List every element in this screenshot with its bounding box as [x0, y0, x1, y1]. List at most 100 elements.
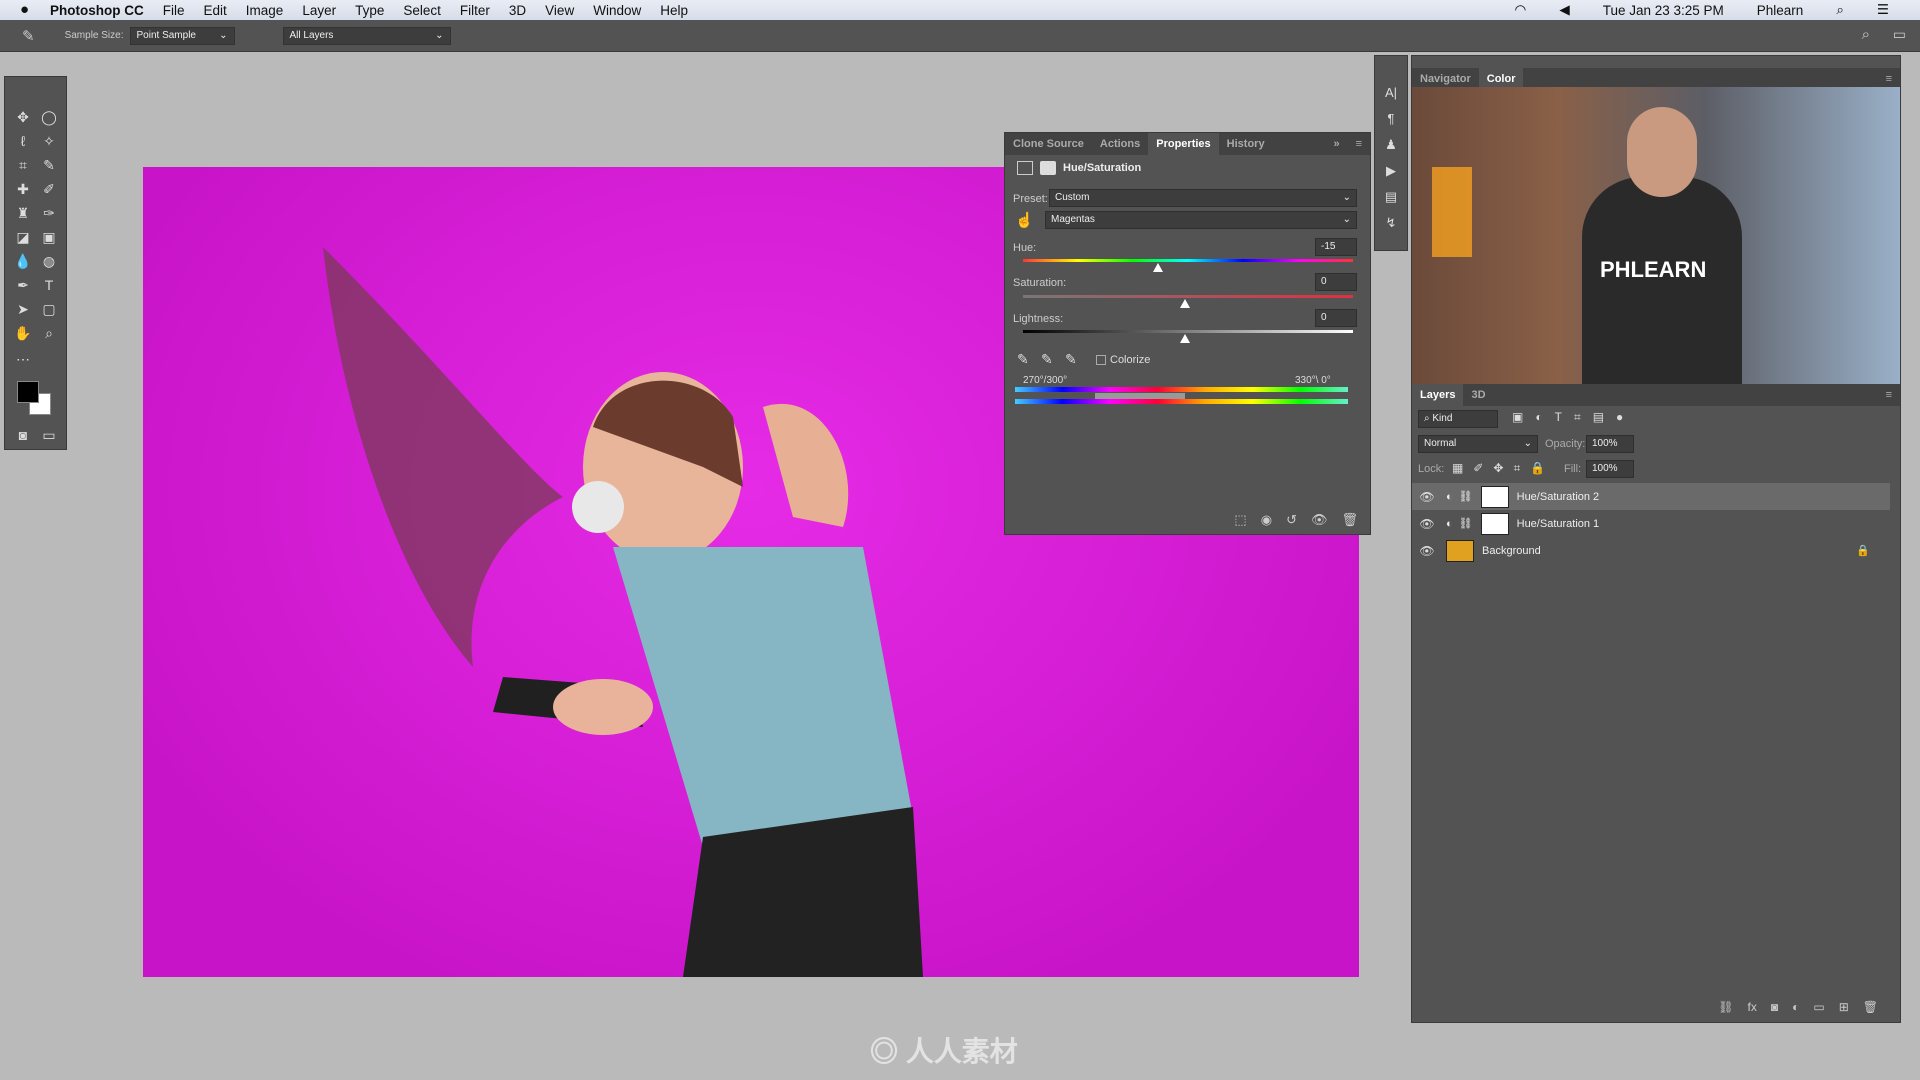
colorize-checkbox[interactable]	[1096, 355, 1106, 365]
dodge-tool-icon[interactable]: ◍	[38, 251, 60, 271]
adjustment-icon[interactable]	[1017, 161, 1033, 175]
opacity-input[interactable]: 100%	[1586, 435, 1634, 453]
menu-filter[interactable]: Filter	[460, 3, 490, 18]
clip-to-layer-icon[interactable]: ⬚	[1234, 512, 1246, 528]
adjustment-filter-icon[interactable]: ◐	[1535, 410, 1542, 425]
paragraph-icon[interactable]: ¶	[1375, 106, 1407, 132]
lasso-tool-icon[interactable]: ℓ	[12, 131, 34, 151]
panel-menu-icon[interactable]: ≡	[1348, 138, 1370, 150]
healing-tool-icon[interactable]: ✚	[12, 179, 34, 199]
path-select-icon[interactable]: ➤	[12, 299, 34, 319]
mask-icon[interactable]	[1040, 161, 1056, 175]
tab-properties[interactable]: Properties	[1148, 133, 1219, 155]
view-previous-icon[interactable]: ◉	[1261, 512, 1272, 528]
targeted-adjustment-hand-icon[interactable]: ☝	[1015, 211, 1034, 229]
lock-artboard-icon[interactable]: ⌗	[1513, 461, 1520, 476]
lock-position-icon[interactable]: ✥	[1493, 461, 1503, 476]
magic-wand-icon[interactable]: ✧	[38, 131, 60, 151]
marquee-tool-icon[interactable]: ◯	[38, 107, 60, 127]
eyedropper-add-icon[interactable]: ✎	[1041, 351, 1053, 368]
history-brush-icon[interactable]: ✑	[38, 203, 60, 223]
hue-slider-thumb[interactable]	[1153, 263, 1163, 272]
quick-mask-icon[interactable]: ◙	[12, 425, 34, 445]
volume-icon[interactable]: ◀	[1559, 2, 1569, 18]
menu-view[interactable]: View	[545, 3, 574, 18]
zoom-tool-icon[interactable]: ⌕	[38, 323, 60, 343]
hue-input[interactable]: -15	[1315, 238, 1357, 256]
blend-mode-select[interactable]: Normal ⌄	[1418, 435, 1538, 453]
menu-select[interactable]: Select	[403, 3, 441, 18]
layer-thumbnail[interactable]	[1446, 539, 1474, 562]
tab-actions[interactable]: Actions	[1092, 138, 1148, 150]
shape-filter-icon[interactable]: ⌗	[1574, 410, 1581, 425]
visibility-eye-icon[interactable]: 👁	[1416, 517, 1438, 531]
blur-tool-icon[interactable]: 💧	[12, 251, 34, 271]
layer-name[interactable]: Hue/Saturation 2	[1517, 491, 1600, 503]
visibility-eye-icon[interactable]: 👁	[1416, 490, 1438, 504]
menu-layer[interactable]: Layer	[302, 3, 336, 18]
tab-layers[interactable]: Layers	[1412, 384, 1464, 406]
eyedropper-tool-icon[interactable]: ✎	[38, 155, 60, 175]
spotlight-icon[interactable]: ⌕	[1836, 2, 1844, 18]
layer-row[interactable]: 👁 ◐ ⛓ Hue/Saturation 2	[1412, 483, 1890, 510]
tab-navigator[interactable]: Navigator	[1412, 73, 1479, 85]
add-mask-icon[interactable]: ◙	[1771, 1000, 1778, 1014]
pen-tool-icon[interactable]: ✒	[12, 275, 34, 295]
menu-image[interactable]: Image	[246, 3, 284, 18]
workspace-icon[interactable]: ▭	[1893, 26, 1906, 43]
type-filter-icon[interactable]: T	[1555, 410, 1562, 425]
link-icon[interactable]: ⛓	[1459, 517, 1473, 530]
eyedropper-icon[interactable]: ✎	[1017, 351, 1029, 368]
hue-slider[interactable]	[1023, 259, 1353, 262]
menu-window[interactable]: Window	[593, 3, 641, 18]
lock-all-icon[interactable]: 🔒	[1530, 461, 1545, 476]
crop-tool-icon[interactable]: ⌗	[12, 155, 34, 175]
panel-menu-icon[interactable]: ≡	[1878, 73, 1900, 85]
menu-type[interactable]: Type	[355, 3, 384, 18]
character-icon[interactable]: A|	[1375, 80, 1407, 106]
tab-clone-source[interactable]: Clone Source	[1005, 138, 1092, 150]
user-name[interactable]: Phlearn	[1757, 3, 1804, 18]
filter-toggle-icon[interactable]: ●	[1616, 410, 1623, 425]
link-layers-icon[interactable]: ⛓	[1718, 1000, 1733, 1014]
layer-row[interactable]: 👁 Background 🔒	[1412, 537, 1890, 564]
fx-icon[interactable]: fx	[1748, 1000, 1757, 1014]
brush-tool-icon[interactable]: ✐	[38, 179, 60, 199]
search-icon[interactable]: ⌕	[1862, 26, 1870, 43]
lock-pixels-icon[interactable]: ✐	[1473, 461, 1483, 476]
layer-filter-kind[interactable]: ⌕ Kind	[1418, 410, 1498, 428]
trash-icon[interactable]: 🗑	[1863, 1000, 1878, 1014]
notification-icon[interactable]: ☰	[1877, 2, 1889, 18]
new-group-icon[interactable]: ▭	[1813, 1000, 1824, 1014]
history-icon[interactable]: ↯	[1375, 210, 1407, 236]
visibility-eye-icon[interactable]: 👁	[1416, 544, 1438, 558]
type-tool-icon[interactable]: T	[38, 275, 60, 295]
sample-layers-select[interactable]: All Layers ⌄	[282, 26, 451, 45]
menu-3d[interactable]: 3D	[509, 3, 526, 18]
smart-object-filter-icon[interactable]: ▤	[1593, 410, 1604, 425]
layer-name[interactable]: Background	[1482, 545, 1541, 557]
pixel-filter-icon[interactable]: ▣	[1512, 410, 1523, 425]
more-tools-icon[interactable]: ⋯	[12, 349, 34, 369]
menu-file[interactable]: File	[163, 3, 185, 18]
saturation-slider-thumb[interactable]	[1180, 299, 1190, 308]
stamp-tool-icon[interactable]: ♜	[12, 203, 34, 223]
wifi-icon[interactable]: ◠	[1515, 2, 1527, 18]
eyedropper-icon[interactable]: ✎	[22, 27, 35, 45]
layer-row[interactable]: 👁 ◐ ⛓ Hue/Saturation 1	[1412, 510, 1890, 537]
app-name[interactable]: Photoshop CC	[50, 3, 144, 18]
layer-mask-thumbnail[interactable]	[1480, 485, 1509, 508]
reset-icon[interactable]: ↺	[1286, 512, 1297, 528]
saturation-input[interactable]: 0	[1315, 273, 1357, 291]
fill-input[interactable]: 100%	[1586, 460, 1634, 478]
panel-menu-icon[interactable]: ≡	[1878, 389, 1900, 401]
actions-icon[interactable]: ▶	[1375, 158, 1407, 184]
sample-size-select[interactable]: Point Sample ⌄	[129, 26, 235, 45]
preset-select[interactable]: Custom ⌄	[1049, 189, 1357, 207]
move-tool-icon[interactable]: ✥	[12, 107, 34, 127]
clone-source-icon[interactable]: ♟	[1375, 132, 1407, 158]
hand-tool-icon[interactable]: ✋	[12, 323, 34, 343]
foreground-color-swatch[interactable]	[17, 381, 39, 403]
visibility-icon[interactable]: 👁	[1311, 512, 1328, 528]
apple-icon[interactable]: ●	[20, 1, 29, 18]
